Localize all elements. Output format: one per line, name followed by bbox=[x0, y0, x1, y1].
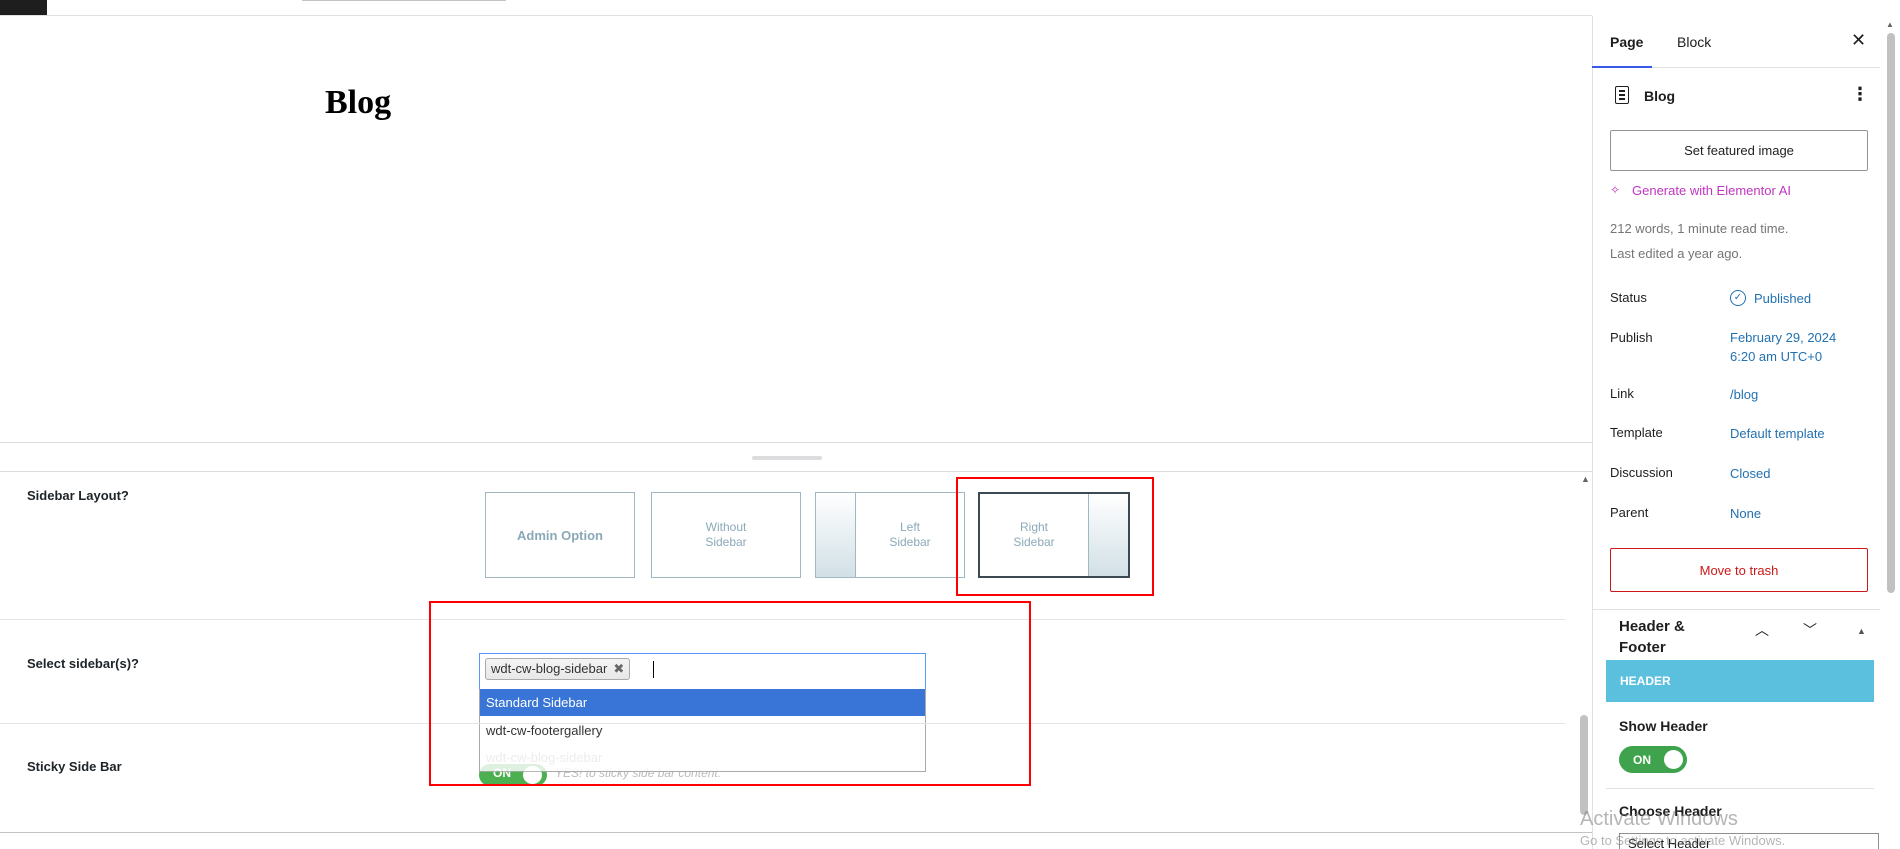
top-toolbar bbox=[0, 0, 1592, 16]
generate-elementor-ai-link[interactable]: Generate with Elementor AI bbox=[1632, 183, 1791, 198]
layout-option-label: Left Sidebar bbox=[889, 520, 931, 549]
published-check-icon: ✓ bbox=[1730, 290, 1746, 306]
discussion-label: Discussion bbox=[1610, 465, 1673, 480]
scroll-up-arrow-icon[interactable]: ▲ bbox=[1581, 474, 1590, 484]
activate-windows-watermark: Activate Windows bbox=[1580, 808, 1738, 830]
discussion-value[interactable]: Closed bbox=[1730, 464, 1770, 483]
parent-label: Parent bbox=[1610, 505, 1649, 520]
set-featured-image-button[interactable]: Set featured image bbox=[1610, 130, 1868, 171]
page-document-icon bbox=[1615, 86, 1629, 104]
tab-page[interactable]: Page bbox=[1610, 34, 1643, 50]
header-footer-panel-title[interactable]: Header & Footer bbox=[1619, 616, 1699, 658]
publish-date-line1[interactable]: February 29, 2024 bbox=[1730, 328, 1836, 347]
header-section-bar: HEADER bbox=[1606, 660, 1874, 702]
layout-option-label: Without Sidebar bbox=[705, 520, 747, 549]
document-title: Blog bbox=[1644, 88, 1676, 104]
scroll-up-arrow-icon[interactable]: ▲ bbox=[1886, 20, 1894, 29]
tab-block[interactable]: Block bbox=[1677, 34, 1711, 50]
publish-date-line2[interactable]: 6:20 am UTC+0 bbox=[1730, 347, 1822, 366]
word-count-text: 212 words, 1 minute read time. bbox=[1610, 221, 1789, 236]
toggle-knob bbox=[1664, 750, 1683, 769]
sticky-sidebar-label: Sticky Side Bar bbox=[27, 759, 122, 774]
sparkle-icon: ✧ bbox=[1610, 183, 1621, 197]
sidebar-preview-strip bbox=[816, 493, 856, 577]
toggle-on-text: ON bbox=[1633, 753, 1651, 767]
sidebar-scrollbar[interactable] bbox=[1887, 33, 1895, 593]
layout-option-admin[interactable]: Admin Option bbox=[485, 492, 635, 578]
layout-option-without-sidebar[interactable]: Without Sidebar bbox=[651, 492, 801, 578]
editor-canvas[interactable] bbox=[0, 16, 1592, 443]
wordpress-logo-button[interactable] bbox=[0, 0, 47, 15]
sidebar-layout-label: Sidebar Layout? bbox=[27, 488, 129, 503]
more-options-icon[interactable]: ⋮ bbox=[1851, 84, 1869, 105]
link-label: Link bbox=[1610, 386, 1634, 401]
template-value[interactable]: Default template bbox=[1730, 424, 1825, 443]
activate-windows-subtext: Go to Settings to activate Windows. bbox=[1580, 833, 1786, 848]
link-value[interactable]: /blog bbox=[1730, 385, 1758, 404]
panel-divider bbox=[1606, 788, 1874, 789]
annotation-box-layout bbox=[956, 477, 1154, 596]
select-sidebar-label: Select sidebar(s)? bbox=[27, 656, 139, 671]
move-to-trash-button[interactable]: Move to trash bbox=[1610, 548, 1868, 592]
active-tab-indicator bbox=[1592, 66, 1652, 68]
chevron-down-icon[interactable]: ﹀ bbox=[1803, 620, 1817, 640]
publish-label: Publish bbox=[1610, 330, 1653, 345]
document-bar[interactable] bbox=[302, 0, 506, 1]
layout-option-label: Admin Option bbox=[517, 527, 603, 543]
template-label: Template bbox=[1610, 425, 1663, 440]
status-value[interactable]: Published bbox=[1754, 289, 1811, 308]
meta-box-bottom-border bbox=[0, 832, 1592, 833]
close-icon[interactable]: ✕ bbox=[1851, 30, 1866, 51]
panel-divider bbox=[1592, 609, 1880, 610]
last-edited-text: Last edited a year ago. bbox=[1610, 246, 1743, 261]
resize-handle[interactable] bbox=[752, 456, 822, 460]
page-title[interactable]: Blog bbox=[325, 84, 391, 122]
panel-collapse-icon[interactable]: ▲ bbox=[1857, 626, 1866, 636]
chevron-up-icon[interactable]: ︿ bbox=[1755, 620, 1769, 640]
show-header-label: Show Header bbox=[1619, 718, 1708, 734]
parent-value[interactable]: None bbox=[1730, 504, 1761, 523]
layout-option-left-sidebar[interactable]: Left Sidebar bbox=[815, 492, 965, 578]
annotation-box-select bbox=[429, 601, 1031, 786]
status-label: Status bbox=[1610, 290, 1647, 305]
meta-box-scrollbar[interactable] bbox=[1580, 715, 1588, 815]
